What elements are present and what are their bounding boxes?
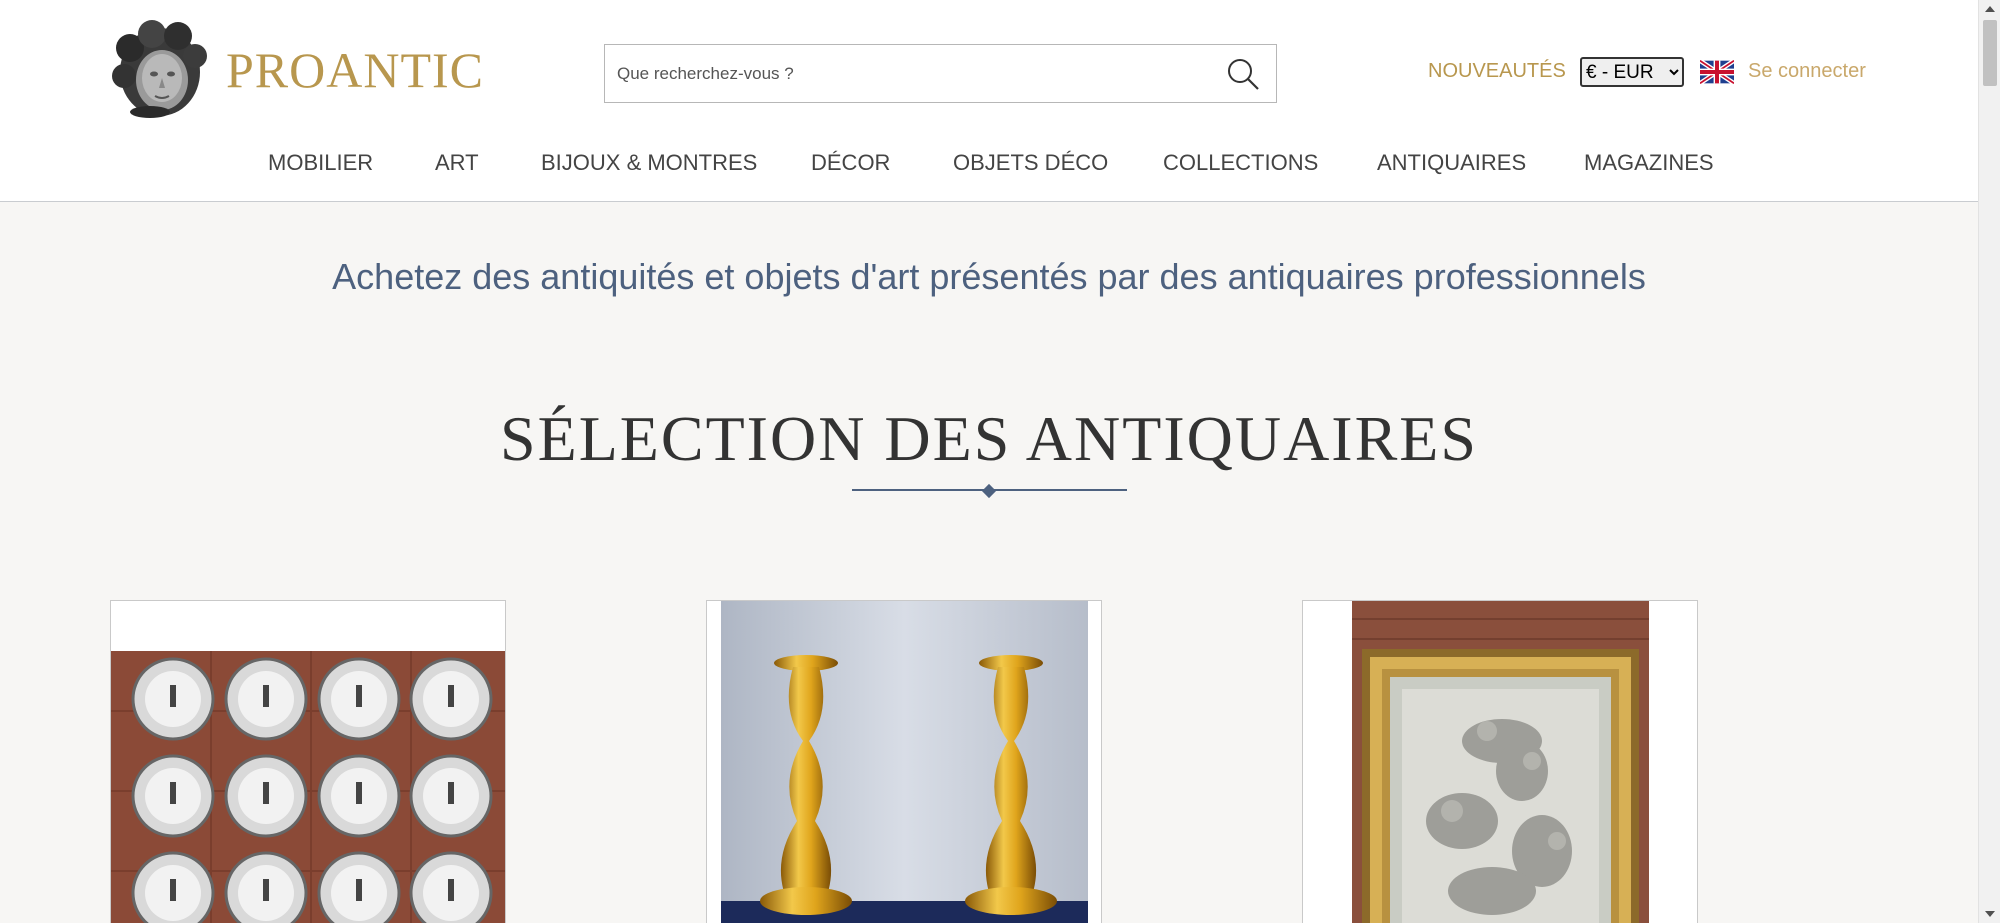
scrollbar-thumb[interactable]	[1983, 20, 1997, 86]
nav-item-bijoux-montres[interactable]: BIJOUX & MONTRES	[541, 150, 757, 176]
candlesticks-image	[721, 601, 1088, 923]
product-card-candlesticks[interactable]	[706, 600, 1102, 923]
search-bar	[604, 44, 1277, 103]
nav-item-antiquaires[interactable]: ANTIQUAIRES	[1377, 150, 1526, 176]
plates-image	[111, 651, 505, 923]
section-title: SÉLECTION DES ANTIQUAIRES	[500, 403, 1478, 474]
main-nav: MOBILIER ART BIJOUX & MONTRES DÉCOR OBJE…	[0, 150, 1978, 178]
search-button[interactable]	[1210, 45, 1276, 102]
currency-select[interactable]: € - EUR	[1580, 57, 1684, 87]
nav-item-art[interactable]: ART	[435, 150, 479, 176]
product-card-framed-drawing[interactable]	[1302, 600, 1698, 923]
nouveautes-link[interactable]: NOUVEAUTÉS	[1428, 60, 1566, 83]
search-icon	[1228, 58, 1259, 90]
site-header: PROANTIC NOUVEAUTÉS € - EUR Se connecter…	[0, 0, 1978, 202]
product-card-plates[interactable]	[110, 600, 506, 923]
framed-drawing-image	[1352, 601, 1649, 923]
page-scrollbar[interactable]	[1978, 0, 2000, 923]
nav-item-objets-deco[interactable]: OBJETS DÉCO	[953, 150, 1108, 176]
uk-flag-icon[interactable]	[1700, 60, 1734, 84]
search-input[interactable]	[605, 45, 1210, 102]
nav-item-mobilier[interactable]: MOBILIER	[268, 150, 373, 176]
login-link[interactable]: Se connecter	[1748, 60, 1866, 83]
tagline: Achetez des antiquités et objets d'art p…	[332, 256, 1646, 297]
nav-item-magazines[interactable]: MAGAZINES	[1584, 150, 1714, 176]
site-logo[interactable]: PROANTIC	[110, 20, 484, 120]
logo-text: PROANTIC	[226, 42, 485, 98]
cherub-head-logo-icon	[112, 20, 207, 118]
scroll-down-arrow-icon[interactable]	[1979, 905, 2000, 923]
scroll-up-arrow-icon[interactable]	[1979, 0, 2000, 18]
nav-item-decor[interactable]: DÉCOR	[811, 150, 890, 176]
nav-item-collections[interactable]: COLLECTIONS	[1163, 150, 1318, 176]
title-divider-diamond	[981, 483, 997, 499]
